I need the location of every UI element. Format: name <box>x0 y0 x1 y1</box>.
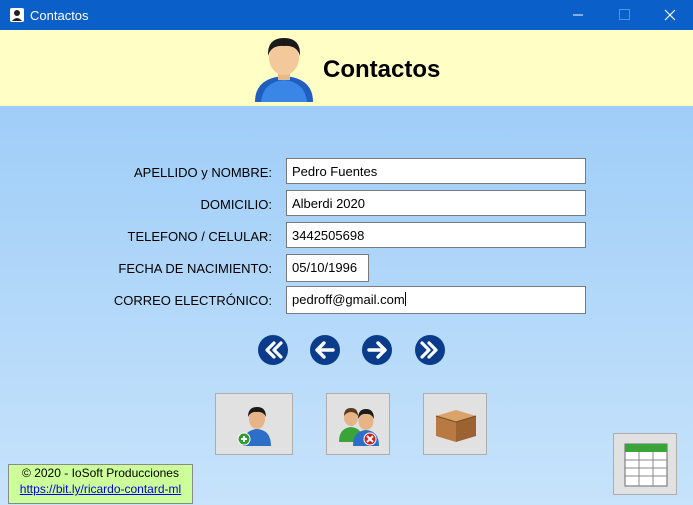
label-name: APELLIDO y NOMBRE: <box>134 165 272 180</box>
text-caret <box>404 292 406 306</box>
email-value: pedroff@gmail.com <box>292 292 405 307</box>
archive-button[interactable] <box>423 393 487 455</box>
header-banner: Contactos <box>0 30 693 106</box>
name-field[interactable]: Pedro Fuentes <box>286 158 586 184</box>
previous-record-icon <box>310 335 340 365</box>
last-record-button[interactable] <box>414 334 446 366</box>
copyright-text: © 2020 - IoSoft Producciones <box>22 466 179 480</box>
delete-contact-icon <box>339 408 379 446</box>
last-record-icon <box>415 335 445 365</box>
minimize-button[interactable] <box>555 0 601 30</box>
previous-record-button[interactable] <box>309 334 341 366</box>
next-record-icon <box>362 335 392 365</box>
spreadsheet-icon <box>624 443 668 487</box>
label-birthdate: FECHA DE NACIMIENTO: <box>118 261 272 276</box>
label-phone: TELEFONO / CELULAR: <box>127 229 272 244</box>
page-title: Contactos <box>323 56 441 83</box>
minimize-icon <box>573 14 583 16</box>
first-record-icon <box>258 335 288 365</box>
delete-contact-button[interactable] <box>326 393 390 455</box>
add-contact-icon <box>237 407 271 446</box>
close-button[interactable] <box>647 0 693 30</box>
user-avatar-icon <box>255 38 313 102</box>
address-field[interactable]: Alberdi 2020 <box>286 190 586 216</box>
email-field[interactable]: pedroff@gmail.com <box>286 286 586 314</box>
next-record-button[interactable] <box>361 334 393 366</box>
credit-box: © 2020 - IoSoft Producciones https://bit… <box>8 464 193 504</box>
close-icon <box>664 9 676 21</box>
title-bar: Contactos <box>0 0 693 30</box>
maximize-icon <box>619 9 630 20</box>
add-contact-button[interactable] <box>215 393 293 455</box>
label-address: DOMICILIO: <box>200 197 272 212</box>
app-icon <box>10 8 24 22</box>
first-record-button[interactable] <box>257 334 289 366</box>
birthdate-field[interactable]: 05/10/1996 <box>286 254 369 282</box>
maximize-button[interactable] <box>601 0 647 30</box>
archive-box-icon <box>435 410 477 442</box>
label-email: CORREO ELECTRÓNICO: <box>113 293 272 308</box>
phone-field[interactable]: 3442505698 <box>286 222 586 248</box>
author-link[interactable]: https://bit.ly/ricardo-contard-ml <box>9 482 192 496</box>
view-table-button[interactable] <box>613 433 677 495</box>
window-title: Contactos <box>30 8 89 23</box>
